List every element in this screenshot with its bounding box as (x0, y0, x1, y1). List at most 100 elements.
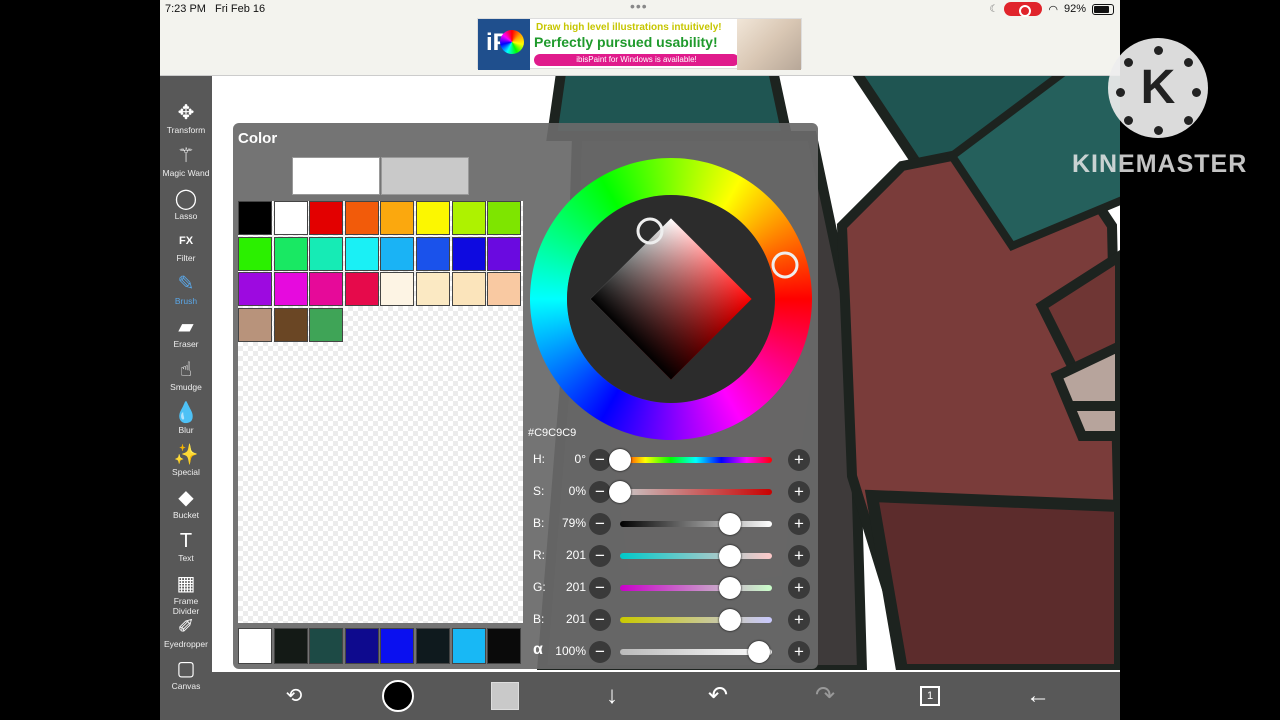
slider-track[interactable] (620, 521, 772, 527)
slider-knob[interactable] (718, 609, 741, 631)
tool-smudge[interactable]: ☝ Smudge (160, 358, 212, 400)
palette-swatch[interactable] (238, 236, 272, 271)
ad-banner[interactable]: iP Draw high level illustrations intuiti… (477, 18, 802, 70)
palette-swatch[interactable] (380, 272, 415, 307)
palette-swatch[interactable] (344, 272, 379, 307)
slider-track[interactable] (620, 553, 772, 559)
layers-icon[interactable]: 1 (912, 678, 948, 714)
sub-color-swatch[interactable] (381, 157, 469, 195)
recent-color-swatch[interactable] (380, 628, 415, 664)
palette-swatch[interactable] (309, 236, 344, 271)
slider-knob[interactable] (609, 449, 631, 471)
tool-filter[interactable]: FX Filter (160, 229, 212, 271)
palette-swatch[interactable] (487, 272, 522, 307)
tool-bucket[interactable]: ◆ Bucket (160, 486, 212, 528)
tool-label: Frame Divider (172, 595, 200, 616)
palette-swatch[interactable] (380, 236, 415, 271)
bucket-icon: ◆ (178, 487, 194, 510)
plus-icon[interactable]: + (788, 513, 810, 535)
back-arrow-icon[interactable]: ← (1020, 678, 1056, 714)
plus-icon[interactable]: + (788, 641, 810, 663)
palette-swatch[interactable] (487, 201, 522, 235)
recent-color-swatch[interactable] (309, 628, 344, 664)
multitask-dots-icon[interactable]: ••• (630, 0, 648, 14)
recent-color-swatch[interactable] (344, 628, 379, 664)
palette-swatch[interactable] (451, 201, 486, 235)
palette-swatch[interactable] (416, 272, 450, 307)
panel-title: Color (238, 130, 278, 147)
plus-icon[interactable]: + (788, 609, 810, 631)
tool-transform[interactable]: ✥ Transform (160, 101, 212, 143)
minus-icon[interactable]: − (589, 481, 611, 503)
tool-frame-divider[interactable]: ▦ Frame Divider (160, 572, 212, 616)
minus-icon[interactable]: − (589, 609, 611, 631)
plus-icon[interactable]: + (788, 449, 810, 471)
tool-eyedropper[interactable]: ✐ Eyedropper (160, 615, 212, 657)
palette-swatch[interactable] (238, 307, 272, 342)
slider-knob[interactable] (718, 577, 741, 599)
slider-track[interactable] (620, 585, 772, 591)
palette-swatch[interactable] (238, 272, 272, 307)
palette-swatch[interactable] (380, 201, 415, 235)
tool-lasso[interactable]: ◯ Lasso (160, 187, 212, 229)
recent-color-swatch[interactable] (487, 628, 522, 664)
palette-swatch[interactable] (273, 201, 308, 235)
tool-text[interactable]: T Text (160, 529, 212, 571)
recent-color-swatch[interactable] (238, 628, 272, 664)
ad-pill: ibisPaint for Windows is available! (534, 54, 739, 66)
tool-label: Blur (178, 424, 194, 435)
palette-swatch[interactable] (487, 236, 522, 271)
recent-color-swatch[interactable] (273, 628, 308, 664)
slider-value: 0° (574, 452, 586, 466)
tool-brush[interactable]: ✎ Brush (160, 272, 212, 314)
minus-icon[interactable]: − (589, 449, 611, 471)
palette-swatch[interactable] (309, 201, 344, 235)
brush-color-icon[interactable] (380, 678, 416, 714)
palette-swatch[interactable] (344, 236, 379, 271)
palette-swatch[interactable] (273, 307, 308, 342)
brush-settings-icon[interactable]: ⟲ (276, 678, 312, 714)
down-arrow-icon[interactable]: ↓ (594, 678, 630, 714)
palette-swatch[interactable] (238, 201, 272, 235)
palette-swatch[interactable] (273, 236, 308, 271)
slider-track[interactable] (620, 617, 772, 623)
recent-colors (238, 628, 523, 664)
tool-special[interactable]: ✨ Special (160, 443, 212, 485)
slider-knob[interactable] (718, 545, 741, 567)
tool-canvas[interactable]: ▢ Canvas (160, 657, 212, 699)
minus-icon[interactable]: − (589, 641, 611, 663)
plus-icon[interactable]: + (788, 545, 810, 567)
palette-swatch[interactable] (451, 272, 486, 307)
screen-recording-icon[interactable] (1004, 2, 1043, 17)
tool-magic-wand[interactable]: ⚚ Magic Wand (160, 144, 212, 186)
undo-icon[interactable]: ↶ (700, 678, 736, 714)
tool-blur[interactable]: 💧 Blur (160, 401, 212, 443)
minus-icon[interactable]: − (589, 513, 611, 535)
status-date: Fri Feb 16 (215, 3, 266, 15)
minus-icon[interactable]: − (589, 545, 611, 567)
slider-track[interactable] (620, 489, 772, 495)
palette-swatch[interactable] (309, 272, 344, 307)
tool-eraser[interactable]: ▰ Eraser (160, 315, 212, 357)
color-wheel[interactable] (526, 154, 816, 444)
minus-icon[interactable]: − (589, 577, 611, 599)
kinemaster-k-letter: K (1140, 61, 1176, 114)
redo-icon[interactable]: ↷ (807, 678, 843, 714)
slider-knob[interactable] (718, 513, 741, 535)
main-color-swatch[interactable] (292, 157, 380, 195)
palette-swatch[interactable] (273, 272, 308, 307)
plus-icon[interactable]: + (788, 481, 810, 503)
plus-icon[interactable]: + (788, 577, 810, 599)
slider-track[interactable] (620, 457, 772, 463)
palette-swatch[interactable] (344, 201, 379, 235)
slider-knob[interactable] (748, 641, 770, 663)
eyedropper-icon: ✐ (177, 615, 195, 638)
palette-swatch[interactable] (451, 236, 486, 271)
color-swatch-button[interactable] (487, 678, 523, 714)
slider-knob[interactable] (609, 481, 631, 503)
palette-swatch[interactable] (416, 236, 450, 271)
recent-color-swatch[interactable] (451, 628, 486, 664)
recent-color-swatch[interactable] (416, 628, 450, 664)
palette-swatch[interactable] (309, 307, 344, 342)
palette-swatch[interactable] (416, 201, 450, 235)
